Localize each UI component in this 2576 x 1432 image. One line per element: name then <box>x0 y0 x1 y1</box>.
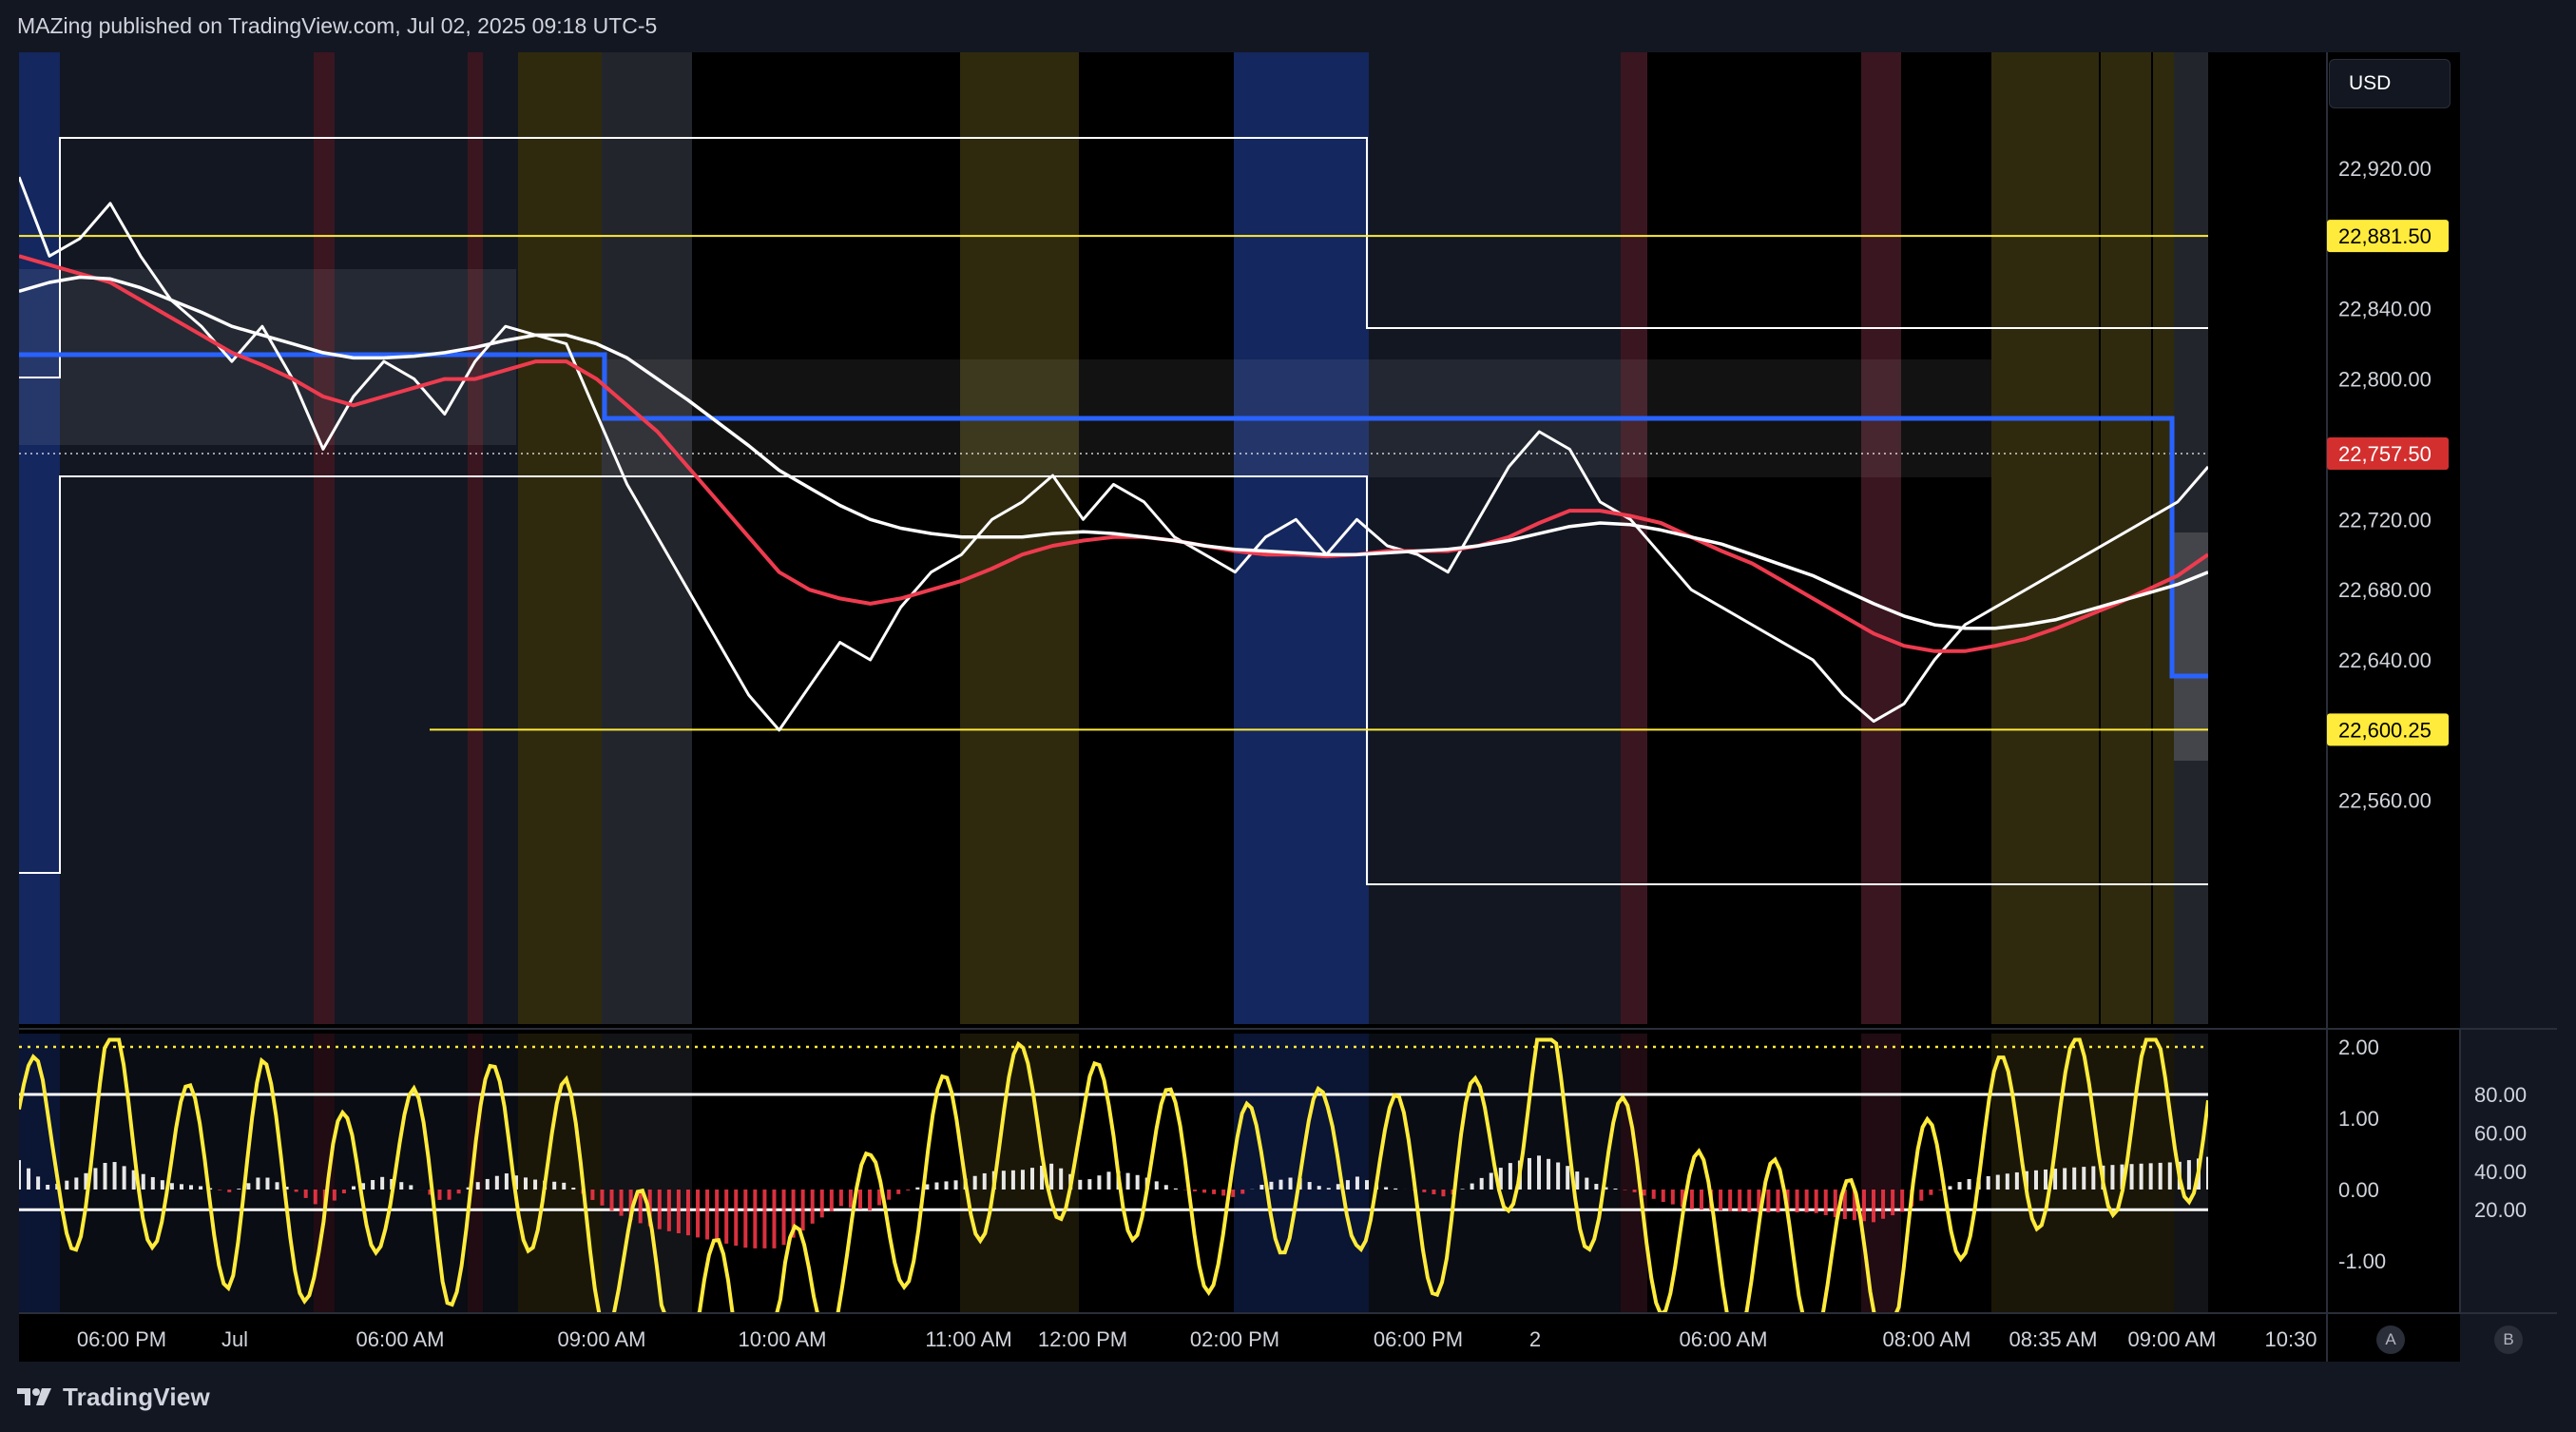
time-tick-label: 2 <box>1529 1327 1541 1351</box>
price-tick-label: 22,640.00 <box>2338 648 2432 672</box>
price-label-text: 22,600.25 <box>2338 718 2432 742</box>
price-tick-label: 22,840.00 <box>2338 298 2432 321</box>
currency-label: USD <box>2349 72 2392 94</box>
price-label-text: 22,757.50 <box>2338 442 2432 466</box>
osc-tick-right: 60.00 <box>2474 1121 2527 1145</box>
time-tick-label: 06:00 AM <box>1680 1327 1768 1351</box>
price-label-text: 22,881.50 <box>2338 224 2432 248</box>
time-tick-label: 10:30 <box>2264 1327 2316 1351</box>
tradingview-logo[interactable]: TradingView <box>17 1381 210 1413</box>
session-band <box>468 52 483 1024</box>
session-band <box>1861 52 1901 1024</box>
auto-scale-button[interactable]: A <box>2376 1326 2405 1354</box>
time-tick-label: 02:00 PM <box>1190 1327 1279 1351</box>
time-tick-label: 06:00 PM <box>77 1327 166 1351</box>
tradingview-brand: TradingView <box>63 1382 210 1411</box>
time-tick-label: 06:00 PM <box>1374 1327 1463 1351</box>
osc-tick-left: 0.00 <box>2338 1178 2379 1202</box>
osc-tick-left: 1.00 <box>2338 1107 2379 1131</box>
session-band <box>483 52 518 1024</box>
tradingview-logo-icon <box>17 1388 51 1405</box>
time-tick-label: 10:00 AM <box>739 1327 827 1351</box>
session-divider <box>2151 52 2153 1024</box>
price-tick-label: 22,800.00 <box>2338 368 2432 392</box>
osc-session-band <box>60 1034 314 1312</box>
osc-tick-left: 2.00 <box>2338 1035 2379 1059</box>
osc-tick-left: -1.00 <box>2338 1249 2386 1273</box>
session-band <box>1621 52 1647 1024</box>
time-tick-label: 08:00 AM <box>1883 1327 1971 1351</box>
osc-session-band <box>335 1034 468 1312</box>
session-band <box>602 52 692 1024</box>
session-band <box>335 52 468 1024</box>
session-band <box>60 52 314 1024</box>
time-tick-label: Jul <box>221 1327 248 1351</box>
osc-session-band <box>1621 1034 1647 1312</box>
osc-tick-right: 80.00 <box>2474 1083 2527 1107</box>
session-band <box>1369 52 1621 1024</box>
time-tick-label: 09:00 AM <box>558 1327 646 1351</box>
b-button[interactable]: B <box>2494 1326 2523 1354</box>
session-band <box>1234 52 1369 1024</box>
osc-tick-right: 40.00 <box>2474 1160 2527 1184</box>
currency-selector[interactable]: USD <box>2329 59 2451 108</box>
session-band <box>1991 52 2174 1024</box>
time-tick-label: 12:00 PM <box>1038 1327 1127 1351</box>
time-tick-label: 08:35 AM <box>2009 1327 2098 1351</box>
price-tick-label: 22,560.00 <box>2338 789 2432 813</box>
session-band <box>518 52 602 1024</box>
osc-session-band <box>602 1034 692 1312</box>
time-tick-label: 09:00 AM <box>2128 1327 2217 1351</box>
session-band <box>19 52 60 1024</box>
price-tick-label: 22,920.00 <box>2338 157 2432 181</box>
time-tick-label: 11:00 AM <box>925 1327 1011 1351</box>
price-tick-label: 22,720.00 <box>2338 508 2432 532</box>
session-band <box>314 52 335 1024</box>
price-tick-label: 22,680.00 <box>2338 578 2432 602</box>
osc-session-band <box>468 1034 483 1312</box>
time-tick-label: 06:00 AM <box>356 1327 445 1351</box>
session-divider <box>2099 52 2101 1024</box>
chart-canvas[interactable]: 22,920.00 22,840.00 22,800.00 22,720.00 22,6… <box>0 0 2576 1432</box>
osc-session-band <box>518 1034 602 1312</box>
osc-tick-right: 20.00 <box>2474 1198 2527 1222</box>
